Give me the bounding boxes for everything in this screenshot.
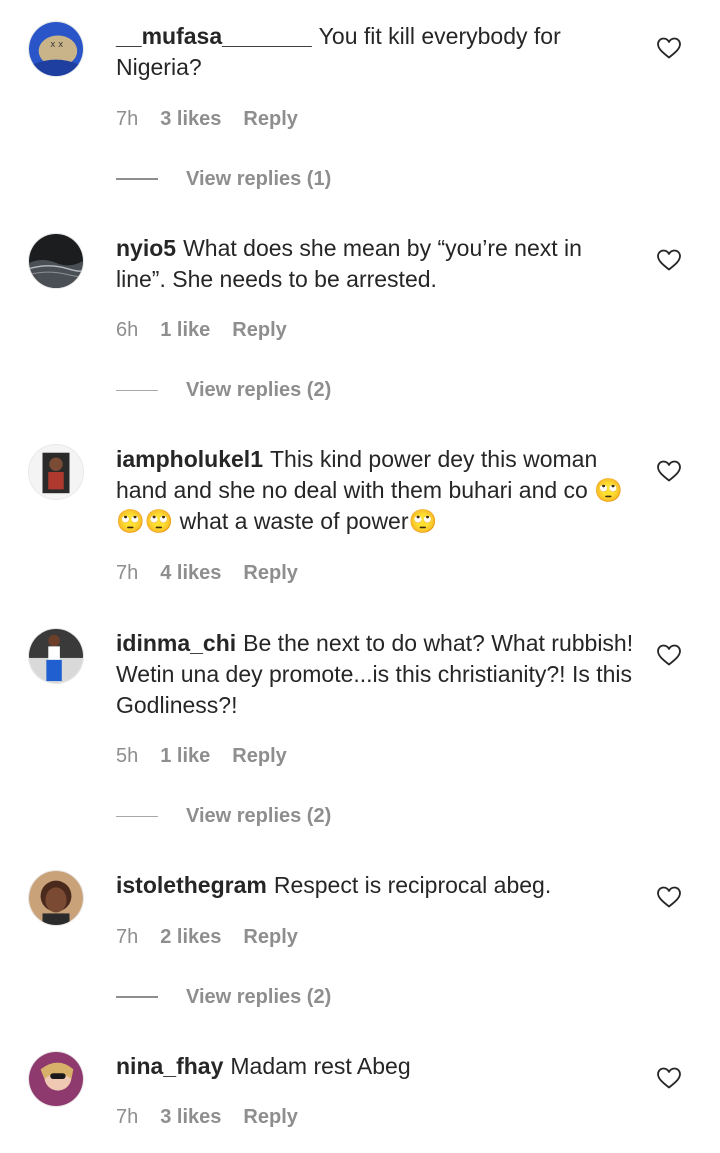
comment-text: idinma_chi Be the next to do what? What r… <box>116 628 636 721</box>
comment-time: 5h <box>116 745 139 767</box>
comment-text: __mufasa_______ You fit kill everybody fo… <box>116 21 636 83</box>
comment-likes[interactable]: 3 likes <box>160 107 221 131</box>
view-replies-label: View replies (2) <box>186 378 332 401</box>
comment-meta: 7h 2 likes Reply <box>116 925 298 949</box>
comment-username[interactable]: idinma_chi <box>116 630 236 656</box>
view-replies-label: View replies (1) <box>186 167 332 190</box>
avatar[interactable] <box>28 628 84 684</box>
comment-likes[interactable]: 3 likes <box>160 1105 221 1129</box>
avatar[interactable] <box>28 444 84 500</box>
reply-button[interactable]: Reply <box>243 107 297 131</box>
view-replies-button[interactable]: View replies (2) <box>116 985 331 1009</box>
view-replies-button[interactable]: View replies (2) <box>116 804 331 828</box>
comment-body: Respect is reciprocal abeg. <box>273 872 552 898</box>
view-replies-label: View replies (2) <box>186 804 332 827</box>
comment-text: iampholukel1 This kind power dey this wom… <box>116 444 636 537</box>
reply-button[interactable]: Reply <box>232 318 286 342</box>
comment-username[interactable]: iampholukel1 <box>116 446 263 472</box>
replies-divider <box>116 996 158 998</box>
comment-text: nyio5 What does she mean by “you’re next … <box>116 233 636 295</box>
view-replies-button[interactable]: View replies (1) <box>116 167 331 191</box>
comment-text: istolethegram Respect is reciprocal abeg. <box>116 870 636 901</box>
comment-time: 7h <box>116 1106 139 1128</box>
reply-button[interactable]: Reply <box>243 925 297 949</box>
avatar[interactable] <box>28 233 84 289</box>
comment-username[interactable]: nyio5 <box>116 235 176 261</box>
avatar[interactable]: x x <box>28 21 84 77</box>
comment-meta: 7h 4 likes Reply <box>116 561 298 585</box>
comment-time: 7h <box>116 926 139 948</box>
like-heart-icon[interactable] <box>656 885 682 909</box>
comment-time: 7h <box>116 562 139 584</box>
comment-likes[interactable]: 2 likes <box>160 925 221 949</box>
view-replies-button[interactable]: View replies (2) <box>116 378 331 402</box>
comment-likes[interactable]: 1 like <box>160 318 210 342</box>
comment-username[interactable]: __mufasa_______ <box>116 23 312 49</box>
avatar[interactable] <box>28 1051 84 1107</box>
replies-divider <box>116 178 158 180</box>
like-heart-icon[interactable] <box>656 459 682 483</box>
comment-likes[interactable]: 1 like <box>160 744 210 768</box>
like-heart-icon[interactable] <box>656 36 682 60</box>
view-replies-label: View replies (2) <box>186 985 332 1008</box>
svg-text:x x: x x <box>50 40 63 50</box>
comment-meta: 6h 1 like Reply <box>116 318 287 342</box>
comment-meta: 5h 1 like Reply <box>116 744 287 768</box>
comment-meta: 7h 3 likes Reply <box>116 107 298 131</box>
comment-time: 7h <box>116 108 139 130</box>
replies-divider <box>116 389 158 391</box>
comment-username[interactable]: nina_fhay <box>116 1053 223 1079</box>
avatar[interactable] <box>28 870 84 926</box>
like-heart-icon[interactable] <box>656 1066 682 1090</box>
comment-body: Madam rest Abeg <box>230 1053 411 1079</box>
reply-button[interactable]: Reply <box>243 561 297 585</box>
comment-text: nina_fhay Madam rest Abeg <box>116 1051 636 1082</box>
comment-time: 6h <box>116 319 139 341</box>
like-heart-icon[interactable] <box>656 643 682 667</box>
comment-meta: 7h 3 likes Reply <box>116 1105 298 1129</box>
replies-divider <box>116 815 158 817</box>
reply-button[interactable]: Reply <box>232 744 286 768</box>
comment-body: What does she mean by “you’re next in li… <box>116 235 582 292</box>
comment-username[interactable]: istolethegram <box>116 872 267 898</box>
like-heart-icon[interactable] <box>656 248 682 272</box>
reply-button[interactable]: Reply <box>243 1105 297 1129</box>
comment-likes[interactable]: 4 likes <box>160 561 221 585</box>
